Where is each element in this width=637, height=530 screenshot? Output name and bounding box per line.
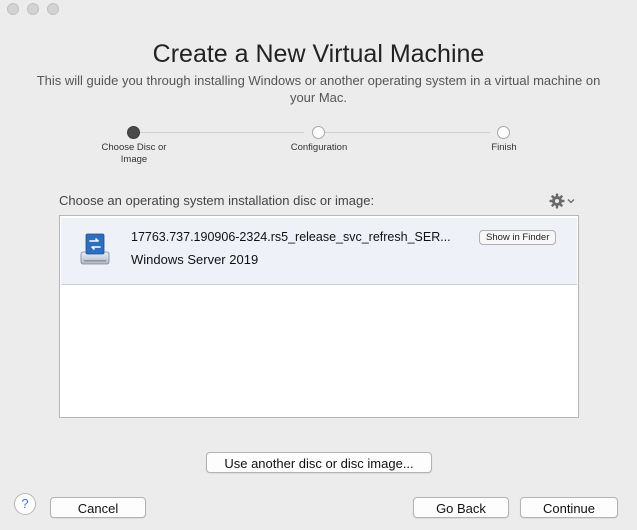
- close-window-button[interactable]: [7, 3, 19, 15]
- help-button[interactable]: ?: [14, 493, 36, 515]
- use-another-disc-button[interactable]: Use another disc or disc image...: [206, 452, 432, 473]
- cancel-button[interactable]: Cancel: [50, 497, 146, 518]
- show-in-finder-button[interactable]: Show in Finder: [479, 230, 557, 245]
- gear-icon: [549, 193, 565, 209]
- disc-image-filename: 17763.737.190906-2324.rs5_release_svc_re…: [131, 230, 451, 244]
- disc-image-list[interactable]: 17763.737.190906-2324.rs5_release_svc_re…: [59, 215, 579, 418]
- step-connector: [325, 132, 490, 133]
- window-controls: [7, 3, 59, 15]
- list-item[interactable]: 17763.737.190906-2324.rs5_release_svc_re…: [61, 218, 577, 285]
- disc-image-icon: [80, 233, 110, 265]
- zoom-window-button[interactable]: [47, 3, 59, 15]
- step-3-dot: [497, 126, 510, 139]
- page-title: Create a New Virtual Machine: [152, 40, 485, 68]
- continue-button[interactable]: Continue: [520, 497, 618, 518]
- go-back-button[interactable]: Go Back: [413, 497, 509, 518]
- gear-menu-button[interactable]: [549, 192, 579, 210]
- step-1-label: Choose Disc or Image: [101, 142, 167, 165]
- chevron-down-icon: [567, 199, 575, 204]
- step-3-label: Finish: [491, 142, 517, 153]
- page-subtitle: This will guide you through installing W…: [36, 73, 601, 105]
- step-indicator: Choose Disc or Image Configuration Finis…: [0, 126, 637, 176]
- minimize-window-button[interactable]: [27, 3, 39, 15]
- operating-system-name: Windows Server 2019: [131, 252, 259, 267]
- step-2-dot: [312, 126, 325, 139]
- step-connector: [140, 132, 304, 133]
- step-2-label: Configuration: [290, 142, 348, 153]
- selection-prompt: Choose an operating system installation …: [59, 193, 375, 208]
- step-1-dot: [127, 126, 140, 139]
